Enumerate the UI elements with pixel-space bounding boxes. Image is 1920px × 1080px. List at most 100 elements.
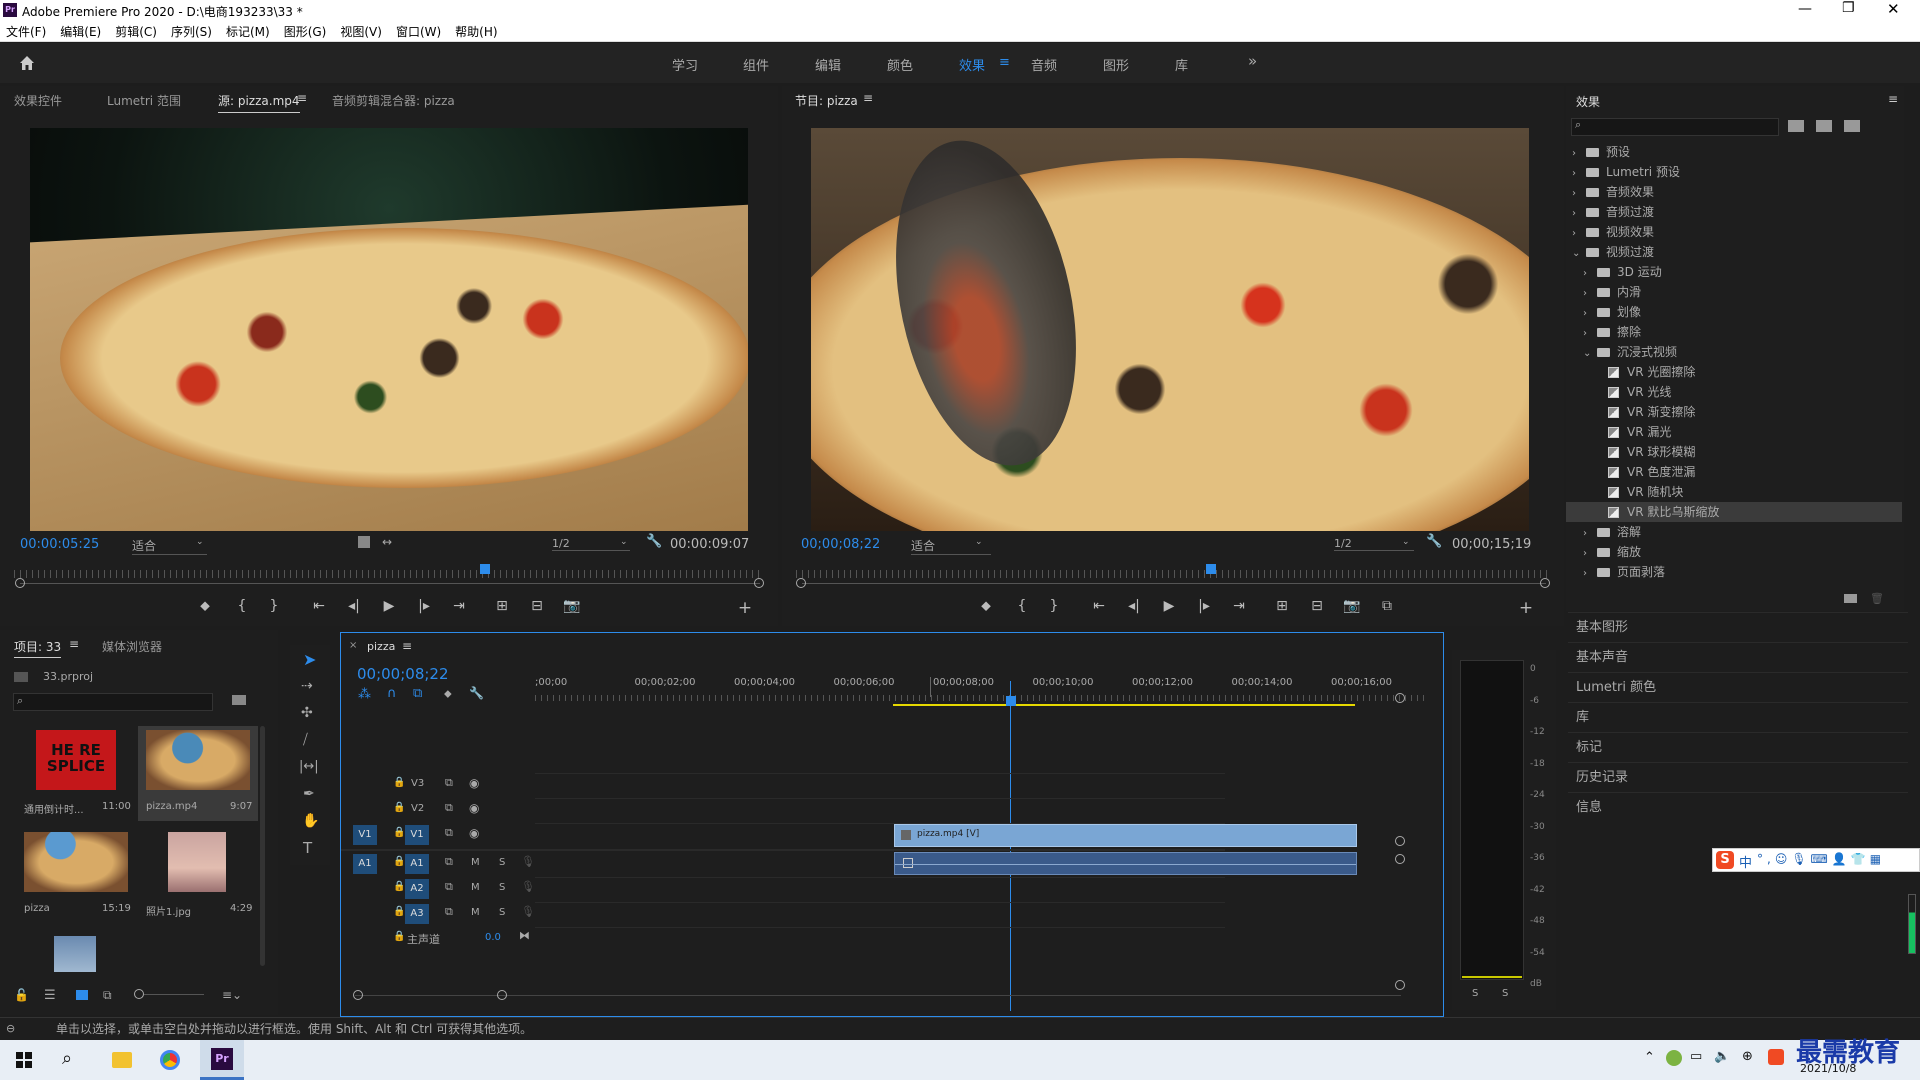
wrench-icon[interactable]: 🔧 — [646, 534, 662, 549]
effects-folder[interactable]: › 视频效果 — [1566, 222, 1902, 244]
track-lane[interactable] — [535, 773, 1225, 774]
mute-button[interactable]: M — [471, 907, 480, 918]
timeline-settings-icon[interactable]: 🔧 — [469, 686, 484, 700]
effect-item[interactable]: VR 色度泄漏 — [1566, 462, 1902, 482]
sync-lock-icon[interactable]: ⧉ — [445, 776, 453, 790]
program-step-back-icon[interactable]: ◂| — [1124, 598, 1144, 614]
list-view-icon[interactable]: ☰ — [44, 988, 56, 1003]
premiere-taskbar-icon[interactable]: Pr — [200, 1040, 244, 1080]
vertical-scroll-handle[interactable] — [1395, 980, 1405, 990]
solo-button[interactable]: S — [499, 907, 505, 918]
chevron-right-icon[interactable]: › — [1583, 564, 1597, 584]
track-label[interactable]: A1 — [405, 854, 429, 874]
sogou-tray-icon[interactable] — [1768, 1049, 1784, 1065]
sync-lock-icon[interactable]: ⧉ — [445, 880, 453, 894]
tray-chevron-icon[interactable]: ⌃ — [1644, 1050, 1655, 1065]
overwrite-icon[interactable]: ⊟ — [527, 598, 547, 614]
tab-lumetri-scopes[interactable]: Lumetri 范围 — [107, 92, 181, 109]
tab-effect-controls[interactable]: 效果控件 — [14, 92, 62, 109]
speaker-icon[interactable]: 🔈 — [1714, 1049, 1730, 1064]
vertical-scroll-handle[interactable] — [1395, 693, 1405, 703]
effects-search-input[interactable] — [1571, 118, 1779, 136]
source-timecode[interactable]: 00:00:05:25 — [20, 537, 99, 552]
chevron-down-icon[interactable]: ⌄ — [1572, 244, 1586, 264]
track-label[interactable]: A2 — [405, 879, 429, 899]
program-menu-icon[interactable]: ≡ — [863, 91, 873, 105]
project-item[interactable]: pizza 15:19 — [16, 828, 136, 923]
effect-item[interactable]: VR 漏光 — [1566, 422, 1902, 442]
network-icon[interactable]: ▭ — [1690, 1049, 1702, 1064]
pen-tool-icon[interactable]: ✒ — [303, 786, 315, 802]
project-item[interactable]: pizza.mp4 9:07 — [138, 726, 258, 821]
effect-item[interactable]: VR 默比乌斯缩放 — [1566, 502, 1902, 522]
tab-program[interactable]: 节目: pizza — [795, 92, 858, 109]
workspace-libraries[interactable]: 库 — [1175, 55, 1188, 74]
track-lane[interactable] — [535, 877, 1225, 878]
effect-item[interactable]: VR 光线 — [1566, 382, 1902, 402]
chevron-right-icon[interactable]: › — [1572, 204, 1586, 224]
track-label[interactable]: V2 — [411, 803, 424, 814]
video-clip[interactable]: pizza.mp4 [V] — [894, 824, 1357, 847]
photo-thumbnail-partial[interactable] — [54, 936, 96, 972]
snap-icon[interactable]: ∩ — [387, 686, 397, 701]
go-to-out-icon[interactable]: ⇥ — [449, 598, 469, 614]
voiceover-mic-icon[interactable]: 🎙 — [521, 880, 535, 893]
source-playhead[interactable] — [480, 564, 491, 574]
timeline-ruler-ticks[interactable] — [535, 695, 1425, 701]
program-zoom-handle-left[interactable] — [796, 578, 806, 588]
effects-folder[interactable]: › 页面剥落 — [1566, 562, 1902, 584]
chevron-right-icon[interactable]: › — [1572, 224, 1586, 244]
home-icon[interactable] — [18, 54, 36, 72]
lock-track-icon[interactable]: 🔒 — [393, 802, 405, 813]
effect-item[interactable]: VR 随机块 — [1566, 482, 1902, 502]
effects-folder[interactable]: › 缩放 — [1566, 542, 1902, 564]
sync-lock-icon[interactable]: ⧉ — [445, 801, 453, 815]
menu-view[interactable]: 视图(V) — [340, 22, 382, 42]
workspace-menu-icon[interactable]: ≡ — [999, 55, 1010, 70]
program-go-to-in-icon[interactable]: ⇤ — [1089, 598, 1109, 614]
program-time-ruler[interactable] — [796, 570, 1550, 578]
zoom-slider-knob[interactable] — [134, 989, 144, 999]
project-item[interactable]: 照片1.jpg 4:29 — [138, 828, 258, 923]
track-select-tool-icon[interactable]: ⇢ — [301, 678, 313, 694]
program-go-to-out-icon[interactable]: ⇥ — [1229, 598, 1249, 614]
program-timecode[interactable]: 00;00;08;22 — [801, 537, 880, 552]
minimize-icon[interactable]: — — [1798, 1, 1812, 17]
side-panel-tab[interactable]: 标记 — [1568, 732, 1908, 762]
restore-icon[interactable]: ❐ — [1842, 0, 1855, 16]
extract-icon[interactable]: ⊟ — [1307, 598, 1327, 614]
track-lane[interactable] — [535, 902, 1225, 903]
selection-tool-icon[interactable]: ➤ — [303, 650, 316, 669]
sync-lock-icon[interactable]: ⧉ — [445, 855, 453, 869]
workspace-assembly[interactable]: 组件 — [743, 55, 769, 74]
side-panel-tab[interactable]: 历史记录 — [1568, 762, 1908, 792]
chevron-down-icon[interactable]: ⌄ — [1583, 344, 1597, 364]
freeform-view-icon[interactable]: ⧉ — [103, 988, 112, 1003]
effects-panel-title[interactable]: 效果 — [1576, 93, 1600, 110]
solo-button[interactable]: S — [499, 857, 505, 868]
add-button-icon[interactable]: + — [735, 598, 755, 618]
panel-menu-icon[interactable]: ≡ — [297, 91, 307, 105]
source-patch-a1[interactable]: A1 — [353, 854, 377, 874]
menu-help[interactable]: 帮助(H) — [455, 22, 497, 42]
tab-timeline-pizza[interactable]: pizza — [367, 640, 395, 653]
chevron-right-icon[interactable]: › — [1583, 524, 1597, 544]
lock-track-icon[interactable]: 🔒 — [393, 906, 405, 917]
voiceover-mic-icon[interactable]: 🎙 — [521, 905, 535, 918]
menu-file[interactable]: 文件(F) — [6, 22, 46, 42]
sync-lock-icon[interactable]: ⧉ — [445, 905, 453, 919]
lift-icon[interactable]: ⊞ — [1272, 598, 1292, 614]
lock-track-icon[interactable]: 🔒 — [393, 881, 405, 892]
mute-button[interactable]: M — [471, 882, 480, 893]
track-label[interactable]: A3 — [405, 904, 429, 924]
track-label[interactable]: V1 — [405, 825, 429, 845]
track-lane[interactable] — [341, 849, 1225, 851]
hand-tool-icon[interactable]: ✋ — [302, 813, 319, 829]
tray-app-icon[interactable] — [1666, 1050, 1682, 1066]
effects-folder[interactable]: › 内滑 — [1566, 282, 1902, 304]
solo-right-button[interactable]: S — [1502, 988, 1508, 999]
workspace-effects[interactable]: 效果 — [959, 55, 985, 74]
effects-menu-icon[interactable]: ≡ — [1888, 92, 1898, 106]
accelerated-effects-icon[interactable] — [1788, 120, 1804, 132]
chevron-right-icon[interactable]: › — [1583, 544, 1597, 564]
